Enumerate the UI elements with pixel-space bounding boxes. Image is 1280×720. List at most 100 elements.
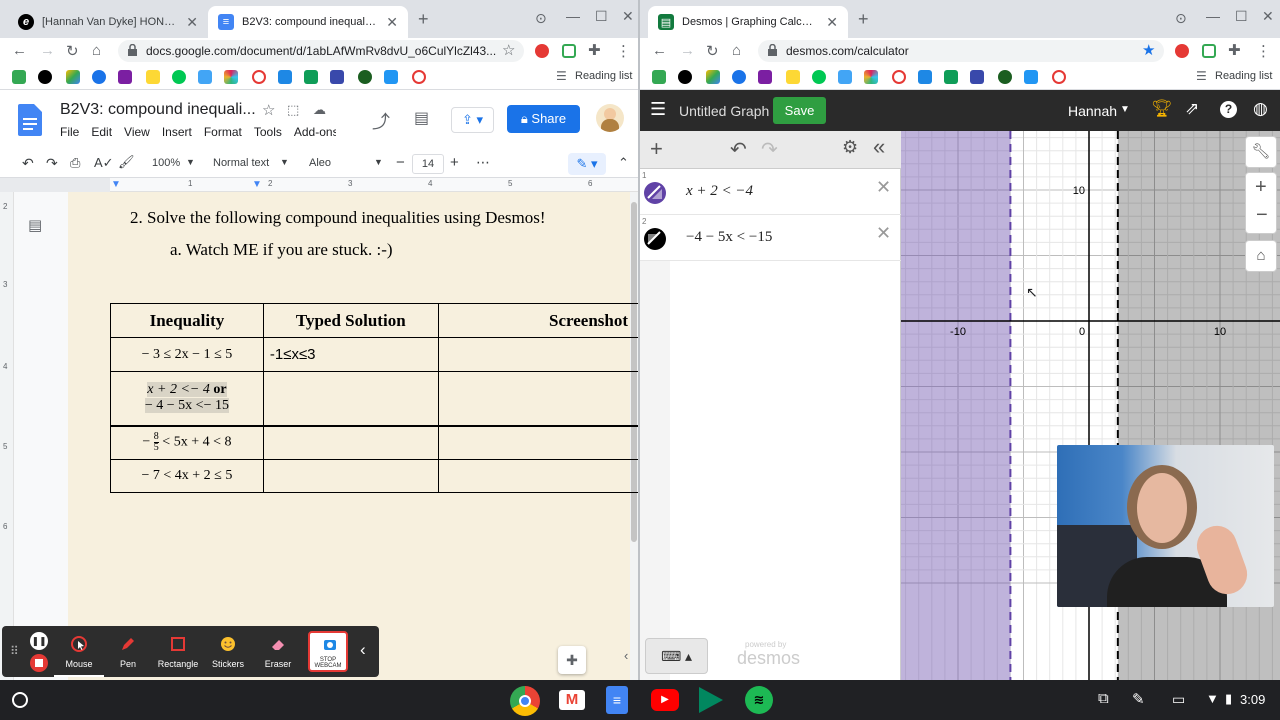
print-icon[interactable]: ⎙	[70, 155, 80, 171]
explore-button[interactable]: ✚	[558, 646, 586, 674]
expression-color-icon[interactable]	[644, 228, 666, 250]
bookmark-star-icon[interactable]: ☆	[502, 41, 515, 59]
close-tab-icon[interactable]: ✕	[186, 14, 198, 31]
tool-stickers[interactable]: Stickers	[203, 626, 253, 677]
spellcheck-icon[interactable]: A✓	[94, 155, 114, 171]
bookmark-sheets-icon[interactable]	[944, 70, 958, 84]
menu-file[interactable]: File	[60, 125, 79, 139]
keypad-toggle-button[interactable]: ⌨ ▴	[645, 638, 708, 674]
bookmark-icon[interactable]	[330, 70, 344, 84]
solution-cell[interactable]	[262, 371, 439, 427]
language-globe-icon[interactable]: ◍	[1253, 99, 1268, 119]
extensions-puzzle-icon[interactable]: ✚	[588, 41, 601, 59]
undo-icon[interactable]: ↶	[22, 155, 34, 172]
collapse-toolbar-icon[interactable]: ‹	[360, 640, 366, 660]
zoom-select[interactable]: 100%	[152, 157, 180, 169]
reading-list-button[interactable]: Reading list	[575, 70, 632, 82]
bookmark-slack-icon[interactable]	[864, 70, 878, 84]
menu-dots-icon[interactable]: ⋮	[1256, 42, 1271, 60]
spotify-app-icon[interactable]: ≋	[745, 686, 773, 714]
redo-icon[interactable]: ↷	[46, 155, 58, 172]
bookmark-slack-icon[interactable]	[224, 70, 238, 84]
bookmark-icon[interactable]	[918, 70, 932, 84]
reading-list-button[interactable]: Reading list	[1215, 70, 1272, 82]
screenshot-cell[interactable]	[437, 371, 638, 427]
docs-app-icon[interactable]: ≡	[606, 686, 628, 714]
add-expression-icon[interactable]: +	[650, 136, 663, 162]
style-select[interactable]: Normal text	[213, 157, 269, 169]
stop-recording-icon[interactable]	[30, 654, 48, 672]
bookmark-icon[interactable]	[1024, 70, 1038, 84]
stop-webcam-button[interactable]: STOP WEBCAM	[308, 631, 348, 672]
new-tab-icon[interactable]: +	[418, 9, 429, 30]
stylus-tools-icon[interactable]: ✎	[1132, 690, 1145, 708]
activity-trend-icon[interactable]: ⤴	[372, 108, 390, 134]
bookmark-icon[interactable]	[412, 70, 426, 84]
bookmark-icon[interactable]	[92, 70, 106, 84]
avatar[interactable]	[596, 104, 624, 132]
address-bar[interactable]: desmos.com/calculator ★	[758, 40, 1164, 62]
redo-icon[interactable]: ↷	[761, 137, 778, 162]
zoom-out-icon[interactable]: −	[1256, 204, 1268, 227]
menu-add-ons[interactable]: Add-ons	[294, 125, 339, 139]
share-icon[interactable]: ⇗	[1185, 99, 1199, 119]
launcher-icon[interactable]	[12, 692, 28, 708]
bookmark-classroom-icon[interactable]	[652, 70, 666, 84]
new-tab-icon[interactable]: +	[858, 9, 869, 30]
menu-tools[interactable]: Tools	[254, 125, 282, 139]
comments-icon[interactable]: ▤	[414, 108, 429, 128]
bookmark-drive-icon[interactable]	[66, 70, 80, 84]
indent-marker-icon[interactable]: ▼	[111, 179, 121, 190]
outline-icon[interactable]: ▤	[28, 216, 42, 234]
bookmark-desmos-icon[interactable]	[838, 70, 852, 84]
expression-row-2[interactable]: 2 −4 − 5x < −15 ✕	[640, 215, 901, 261]
solution-cell[interactable]: -1≤x≤3	[262, 337, 439, 372]
tool-mouse[interactable]: Mouse	[54, 626, 104, 677]
bookmark-classroom-icon[interactable]	[12, 70, 26, 84]
minimize-icon[interactable]: —	[1206, 8, 1220, 24]
extension-icon[interactable]	[562, 44, 576, 58]
clock[interactable]: 3:09	[1240, 692, 1265, 707]
bookmark-desmos-icon[interactable]	[198, 70, 212, 84]
home-icon[interactable]: ⌂	[732, 42, 741, 59]
gmail-app-icon[interactable]: M	[559, 690, 585, 710]
menu-view[interactable]: View	[124, 125, 150, 139]
extensions-puzzle-icon[interactable]: ✚	[1228, 41, 1241, 59]
collapse-panel-icon[interactable]: «	[873, 134, 885, 160]
user-menu[interactable]: Hannah	[1068, 103, 1117, 119]
star-icon[interactable]: ☆	[262, 101, 275, 119]
screenshot-cell[interactable]	[437, 425, 638, 460]
reload-icon[interactable]: ↻	[706, 42, 719, 60]
bookmark-icon[interactable]	[998, 70, 1012, 84]
bookmark-icon[interactable]	[812, 70, 826, 84]
expression-row-3[interactable]: 3	[640, 261, 901, 307]
minimize-icon[interactable]: —	[566, 8, 580, 24]
doc-title[interactable]: B2V3: compound inequali...	[60, 101, 256, 119]
close-tab-icon[interactable]: ✕	[386, 14, 398, 31]
webcam-overlay[interactable]	[1057, 445, 1274, 607]
play-store-app-icon[interactable]	[699, 687, 723, 713]
default-viewport-home-icon[interactable]: ⌂	[1245, 240, 1277, 272]
tool-pen[interactable]: Pen	[103, 626, 153, 677]
bookmark-icon[interactable]	[172, 70, 186, 84]
expression-latex[interactable]: x + 2 < −4	[686, 183, 753, 200]
docs-logo-icon[interactable]	[18, 104, 42, 136]
tool-eraser[interactable]: Eraser	[253, 626, 303, 677]
back-icon[interactable]: ←	[652, 42, 667, 59]
settings-gear-icon[interactable]: ⚙	[842, 137, 858, 158]
extension-icon[interactable]	[1202, 44, 1216, 58]
bookmark-icon[interactable]	[358, 70, 372, 84]
bookmark-icon[interactable]	[758, 70, 772, 84]
bookmark-icon[interactable]	[278, 70, 292, 84]
bookmark-icon[interactable]	[384, 70, 398, 84]
youtube-app-icon[interactable]: ▶	[651, 689, 679, 711]
inequality-cell[interactable]: − 3 ≤ 2x − 1 ≤ 5	[110, 337, 264, 372]
indent-marker-icon[interactable]: ▼	[252, 179, 262, 190]
screen-cast-icon[interactable]: ▭	[1172, 691, 1185, 708]
present-button[interactable]: ⇪ ▾	[451, 107, 494, 133]
collapse-toolbar-icon[interactable]: ⌃	[618, 155, 629, 171]
font-size-decrease[interactable]: −	[396, 154, 405, 171]
menu-edit[interactable]: Edit	[91, 125, 112, 139]
tab-classroom[interactable]: e [Hannah Van Dyke] HONORS ALG ✕	[8, 6, 208, 38]
undo-icon[interactable]: ↶	[730, 137, 747, 162]
